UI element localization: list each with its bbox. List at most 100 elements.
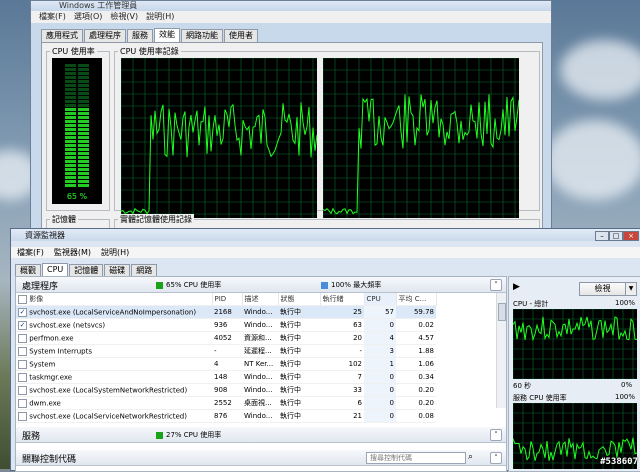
column-average-cpu[interactable]: 平均 C... <box>396 293 437 306</box>
column-threads[interactable]: 執行緒 <box>320 293 365 306</box>
close-button[interactable]: × <box>623 231 639 241</box>
column-description[interactable]: 描述 <box>242 293 279 306</box>
status-cell: 執行中 <box>278 318 320 332</box>
table-row[interactable]: perfmon.exe 4052 資源和... 執行中 20 4 4.57 <box>16 331 436 345</box>
view-button[interactable]: 檢視 <box>579 282 626 296</box>
menu-file[interactable]: 檔案(F) <box>39 11 66 23</box>
process-checkbox[interactable] <box>18 333 27 343</box>
column-cpu[interactable]: CPU <box>364 293 397 306</box>
table-row[interactable]: ✓ svchost.exe (LocalServiceAndNoImperson… <box>16 305 436 319</box>
table-row[interactable]: svchost.exe (LocalSystemNetworkRestricte… <box>16 383 436 397</box>
menu-view[interactable]: 檢視(V) <box>110 11 138 23</box>
column-status[interactable]: 狀態 <box>278 293 321 306</box>
image-cell[interactable]: dwm.exe <box>16 396 212 410</box>
table-row[interactable]: taskmgr.exe 148 Windo... 執行中 7 0 0.34 <box>16 370 436 384</box>
menu-help[interactable]: 說明(H) <box>146 11 174 23</box>
cpu-meter-segment <box>65 152 89 155</box>
expand-panel-icon[interactable]: ▶ <box>513 282 520 292</box>
column-image[interactable]: 影像 <box>16 293 213 306</box>
process-table: 影像 PID 描述 狀態 執行緒 CPU 平均 C... ✓ svchost.e… <box>16 293 437 423</box>
pid-cell: - <box>212 344 242 358</box>
expand-chevron-icon[interactable]: ˅ <box>490 429 502 441</box>
average-cpu-cell: 0.02 <box>396 318 436 332</box>
search-handles-input[interactable]: 搜尋控制代碼 <box>366 452 466 464</box>
scrollbar-thumb[interactable] <box>498 303 506 321</box>
cpu-meter-segment <box>65 108 89 111</box>
table-row[interactable]: ✓ svchost.exe (netsvcs) 936 Windo... 執行中 63 0… <box>16 318 436 332</box>
cpu-meter-segment <box>65 116 89 119</box>
description-cell: Windo... <box>242 305 278 319</box>
menu-monitor[interactable]: 監視器(M) <box>54 247 91 258</box>
table-row[interactable]: svchost.exe (LocalServiceNetworkRestrict… <box>16 409 436 423</box>
table-row[interactable]: System 4 NT Ker... 執行中 102 1 1.06 <box>16 357 436 371</box>
cpu-history-line <box>513 316 637 342</box>
tab-networking[interactable]: 網路功能 <box>181 29 223 43</box>
cpu-history-graph-core1 <box>121 58 317 218</box>
task-manager-tabs: 應用程式 處理程序 服務 效能 網路功能 使用者 <box>41 28 258 43</box>
image-cell[interactable]: perfmon.exe <box>16 331 212 345</box>
handles-section-header[interactable]: 關聯控制代碼 搜尋控制代碼 ⌕ ˅ <box>16 450 506 466</box>
cpu-usage-badge-text: 65% CPU 使用率 <box>166 281 222 289</box>
process-checkbox[interactable] <box>18 385 27 395</box>
image-name: System Interrupts <box>29 347 93 355</box>
graph-side-panel: ▶ 檢視 ▼ CPU - 總計 100% 60 秒 0% 服務 CPU 使用率 … <box>508 276 640 472</box>
image-cell[interactable]: System <box>16 357 212 371</box>
tab-processes[interactable]: 處理程序 <box>84 29 126 43</box>
menu-file[interactable]: 檔案(F) <box>17 247 44 258</box>
description-cell: Windo... <box>242 383 278 397</box>
minimize-button[interactable]: – <box>595 231 609 241</box>
cpu-meter-segment <box>65 144 89 147</box>
process-checkbox[interactable]: ✓ <box>18 307 27 317</box>
cpu-meter-segment <box>65 132 89 135</box>
image-name: System <box>29 360 56 368</box>
maximize-button[interactable]: □ <box>609 231 623 241</box>
services-section-header[interactable]: 服務 27% CPU 使用率 ˅ <box>16 427 506 443</box>
task-manager-title: Windows 工作管理員 <box>31 1 551 11</box>
pid-cell: 2168 <box>212 305 242 319</box>
column-pid[interactable]: PID <box>212 293 243 306</box>
image-name: dwm.exe <box>29 399 61 407</box>
image-name: perfmon.exe <box>29 334 74 342</box>
menu-options[interactable]: 選項(O) <box>74 11 103 23</box>
image-cell[interactable]: ✓ svchost.exe (netsvcs) <box>16 318 212 332</box>
average-cpu-cell: 1.88 <box>396 344 436 358</box>
menu-help[interactable]: 說明(H) <box>101 247 129 258</box>
tab-cpu[interactable]: CPU <box>42 263 69 277</box>
collapse-chevron-icon[interactable]: ˄ <box>490 279 502 291</box>
max-frequency-badge: 100% 最大頻率 <box>321 280 381 290</box>
image-name: taskmgr.exe <box>29 373 73 381</box>
process-checkbox[interactable] <box>18 398 27 408</box>
processes-section-header[interactable]: 處理程序 65% CPU 使用率 100% 最大頻率 ˄ <box>16 277 506 293</box>
status-cell: 執行中 <box>278 383 320 397</box>
process-checkbox[interactable] <box>18 372 27 382</box>
image-cell[interactable]: taskmgr.exe <box>16 370 212 384</box>
image-cell[interactable]: ✓ svchost.exe (LocalServiceAndNoImperson… <box>16 305 212 319</box>
threads-cell: 25 <box>320 305 364 319</box>
select-all-checkbox[interactable] <box>18 294 27 304</box>
cpu-meter-segment <box>65 96 89 99</box>
tab-performance[interactable]: 效能 <box>154 28 180 42</box>
tab-services[interactable]: 服務 <box>127 29 153 43</box>
tab-applications[interactable]: 應用程式 <box>41 29 83 43</box>
processes-title: 處理程序 <box>22 282 59 292</box>
search-icon[interactable]: ⌕ <box>468 452 473 462</box>
process-checkbox[interactable]: ✓ <box>18 320 27 330</box>
services-cpu-badge: 27% CPU 使用率 <box>156 430 221 440</box>
cpu-meter-segment <box>65 76 89 79</box>
tab-users[interactable]: 使用者 <box>224 29 258 43</box>
image-cell[interactable]: svchost.exe (LocalServiceNetworkRestrict… <box>16 409 212 423</box>
process-table-scrollbar[interactable] <box>496 293 506 408</box>
table-row[interactable]: System Interrupts - 延遲程... 執行中 -3 1.88 <box>16 344 436 358</box>
view-dropdown-icon[interactable]: ▼ <box>625 282 637 296</box>
table-row[interactable]: dwm.exe 2552 桌面視... 執行中 6 0 0.20 <box>16 396 436 410</box>
process-checkbox[interactable] <box>18 411 27 421</box>
expand-chevron-icon[interactable]: ˅ <box>490 452 502 464</box>
image-cell[interactable]: System Interrupts <box>16 344 212 358</box>
threads-cell: - <box>320 344 364 358</box>
cpu-meter-segment <box>65 68 89 71</box>
image-cell[interactable]: svchost.exe (LocalSystemNetworkRestricte… <box>16 383 212 397</box>
average-cpu-cell: 0.34 <box>396 370 436 384</box>
pid-cell: 908 <box>212 383 242 397</box>
process-checkbox[interactable] <box>18 346 27 356</box>
process-checkbox[interactable] <box>18 359 27 369</box>
